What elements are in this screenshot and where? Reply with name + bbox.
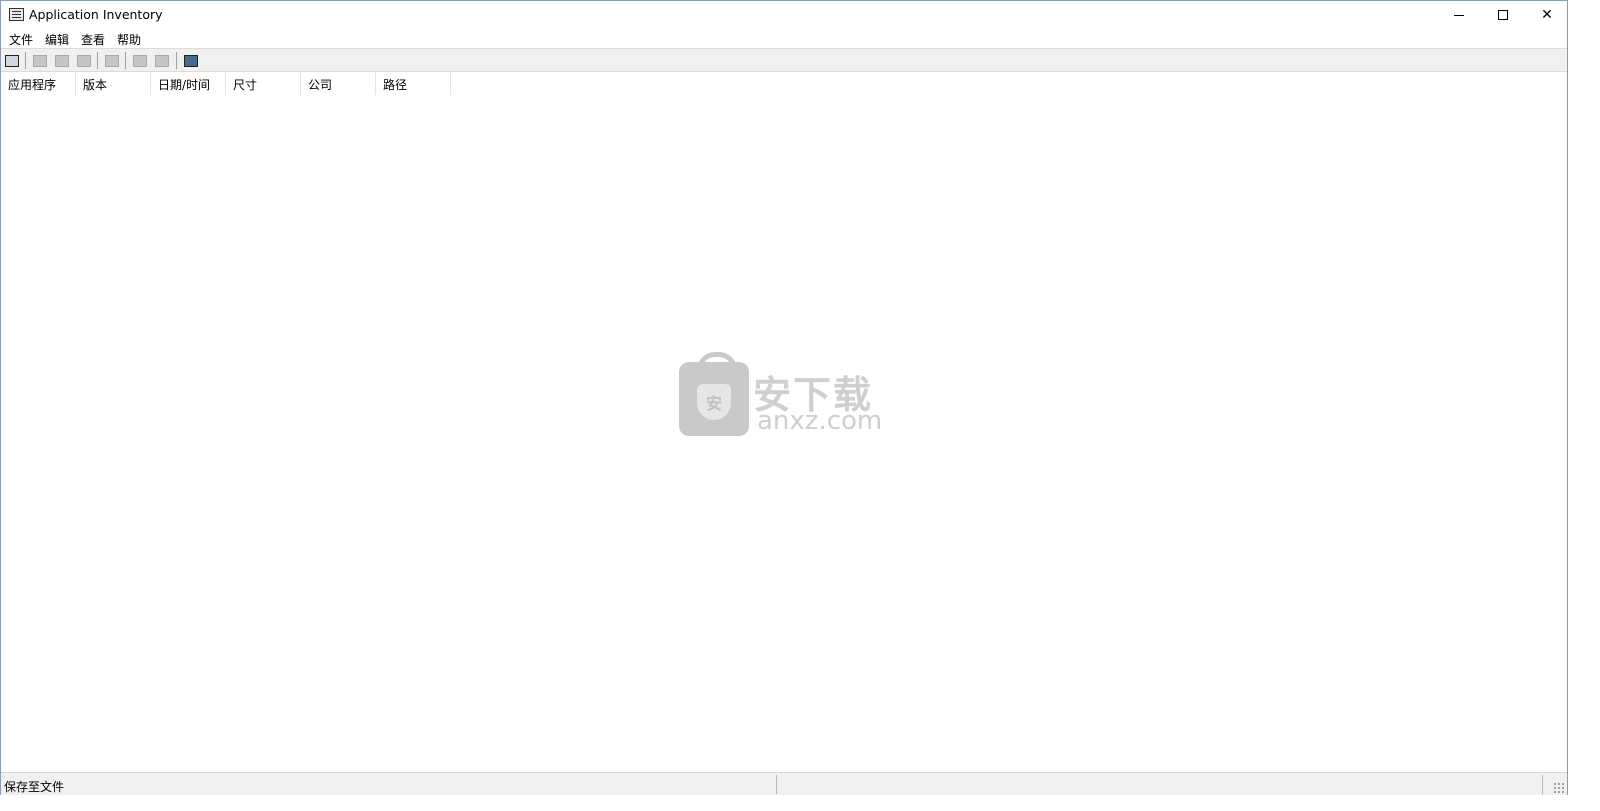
toolbar-separator xyxy=(125,52,126,69)
column-header-company[interactable]: 公司 xyxy=(301,72,376,95)
inventory-list[interactable]: 应用程序 版本 日期/时间 尺寸 公司 路径 安 安下载 anxz.com xyxy=(1,72,1567,771)
print-button[interactable] xyxy=(131,52,149,69)
properties-icon xyxy=(33,54,47,67)
column-header-path[interactable]: 路径 xyxy=(376,72,451,95)
menu-bar: 文件 编辑 查看 帮助 xyxy=(1,29,1567,48)
watermark-shield-icon: 安 xyxy=(697,384,731,420)
copy-button[interactable] xyxy=(75,52,93,69)
column-header-datetime[interactable]: 日期/时间 xyxy=(151,72,226,95)
find-button[interactable] xyxy=(3,52,21,69)
window-title: Application Inventory xyxy=(29,7,163,22)
menu-help[interactable]: 帮助 xyxy=(111,29,147,48)
print-icon xyxy=(133,54,147,67)
status-text: 保存至文件 xyxy=(4,780,65,794)
column-header-application[interactable]: 应用程序 xyxy=(1,72,76,95)
title-bar[interactable]: Application Inventory ✕ xyxy=(1,1,1567,29)
properties-button[interactable] xyxy=(31,52,49,69)
close-button[interactable]: ✕ xyxy=(1525,1,1569,29)
maximize-icon xyxy=(1498,10,1508,20)
status-bar: 保存至文件 xyxy=(1,772,1567,795)
print-preview-button[interactable] xyxy=(153,52,171,69)
toolbar xyxy=(1,48,1567,72)
exit-icon xyxy=(184,54,198,67)
status-separator xyxy=(776,775,777,794)
close-icon: ✕ xyxy=(1541,7,1553,23)
watermark-bag-icon: 安 xyxy=(679,352,749,436)
status-separator xyxy=(1542,775,1543,794)
resize-grip-icon[interactable] xyxy=(1553,782,1564,793)
menu-edit[interactable]: 编辑 xyxy=(39,29,75,48)
app-icon[interactable] xyxy=(9,8,24,21)
watermark: 安 安下载 anxz.com xyxy=(679,352,889,438)
share-button[interactable] xyxy=(53,52,71,69)
exit-button[interactable] xyxy=(182,52,200,69)
app-window: Application Inventory ✕ 文件 编辑 查看 帮助 应用程序… xyxy=(0,0,1568,795)
toolbar-separator xyxy=(25,52,26,69)
column-header-size[interactable]: 尺寸 xyxy=(226,72,301,95)
save-button[interactable] xyxy=(103,52,121,69)
toolbar-separator xyxy=(97,52,98,69)
save-icon xyxy=(105,54,119,67)
print-preview-icon xyxy=(155,54,169,67)
menu-file[interactable]: 文件 xyxy=(3,29,39,48)
menu-view[interactable]: 查看 xyxy=(75,29,111,48)
column-header-version[interactable]: 版本 xyxy=(76,72,151,95)
share-icon xyxy=(55,54,69,67)
minimize-button[interactable] xyxy=(1437,1,1481,29)
toolbar-separator xyxy=(176,52,177,69)
find-icon xyxy=(5,54,19,67)
list-header: 应用程序 版本 日期/时间 尺寸 公司 路径 xyxy=(1,72,451,95)
minimize-icon xyxy=(1454,14,1464,16)
watermark-en-text: anxz.com xyxy=(757,406,883,436)
copy-icon xyxy=(77,54,91,67)
maximize-button[interactable] xyxy=(1481,1,1525,29)
